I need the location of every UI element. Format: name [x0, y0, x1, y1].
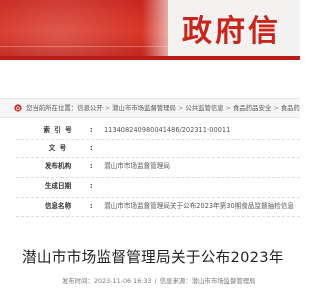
info-colon: : — [90, 144, 93, 153]
header-banner: 政府信 — [0, 0, 300, 56]
info-value: 潜山市市场监督管理局 — [104, 162, 170, 171]
breadcrumb: 您当前所在位置：信息公开 > 潜山市市场监督管理局 > 公共监管信息 > 食品药品安全 > 食品… — [0, 98, 300, 118]
breadcrumb-separator: > — [225, 104, 232, 112]
meta-separator: / — [154, 277, 157, 285]
breadcrumb-separator: > — [273, 104, 279, 112]
info-colon: : — [90, 162, 93, 171]
header-divider — [0, 56, 300, 60]
info-table: 索 引 号 : 11340824098004148​6/202311-00011… — [16, 122, 300, 217]
source-label: 信息来源： — [159, 277, 192, 285]
article-meta: 发布时间：2023-11-06 16:33/信息来源：潜山市市场监督管理局 — [62, 276, 256, 285]
site-title-area: 政府信 — [142, 0, 300, 56]
breadcrumb-trail: 您当前所在位置：信息公开 > 潜山市市场监督管理局 > 公共监管信息 > 食品药品安全 > 食品… — [26, 99, 300, 117]
info-value: 潜山市市场监督管理局关于公布2023年第30期食品监督抽检信息 — [104, 202, 295, 211]
breadcrumb-prefix: 您当前所在位置： — [26, 104, 78, 112]
breadcrumb-link[interactable]: 公共监管信息 — [185, 104, 223, 112]
info-row-index: 索 引 号 : 11340824098004148​6/202311-00011 — [16, 122, 300, 141]
info-value: 11340824098004148​6/202311-00011 — [104, 126, 231, 134]
info-row-docnum: 文 号 : — [16, 140, 300, 159]
info-colon: : — [90, 182, 93, 191]
home-icon — [14, 104, 22, 112]
site-title: 政府信 — [182, 14, 281, 49]
article-title: 潜山市市场监督管理局关于公布2023年 — [22, 249, 284, 266]
info-label: 发布机构 — [44, 162, 72, 171]
publish-date: 2023-11-06 16:33 — [93, 277, 152, 285]
breadcrumb-link[interactable]: 信息公开 — [77, 104, 103, 112]
breadcrumb-separator: > — [104, 104, 111, 112]
info-row-name: 信息名称 : 潜山市市场监督管理局关于公布2023年第30期食品监督抽检信息 — [16, 198, 300, 217]
breadcrumb-link[interactable]: 食品药品监督抽 — [281, 104, 300, 112]
info-label: 索 引 号 — [43, 126, 73, 134]
info-colon: : — [90, 126, 93, 134]
banner-decoration — [0, 0, 150, 56]
info-row-publisher: 发布机构 : 潜山市市场监督管理局 — [16, 158, 300, 179]
breadcrumb-link[interactable]: 潜山市市场监督管理局 — [112, 104, 176, 112]
info-label: 生成日期 — [44, 182, 72, 191]
source-name: 潜山市市场监督管理局 — [191, 277, 256, 285]
info-label: 信息名称 — [44, 202, 72, 211]
breadcrumb-link[interactable]: 食品药品安全 — [233, 104, 271, 112]
info-row-date: 生成日期 : — [16, 178, 300, 199]
publish-date-label: 发布时间： — [62, 277, 94, 285]
info-colon: : — [90, 202, 93, 211]
breadcrumb-separator: > — [177, 104, 184, 112]
info-label: 文 号 — [48, 144, 68, 153]
